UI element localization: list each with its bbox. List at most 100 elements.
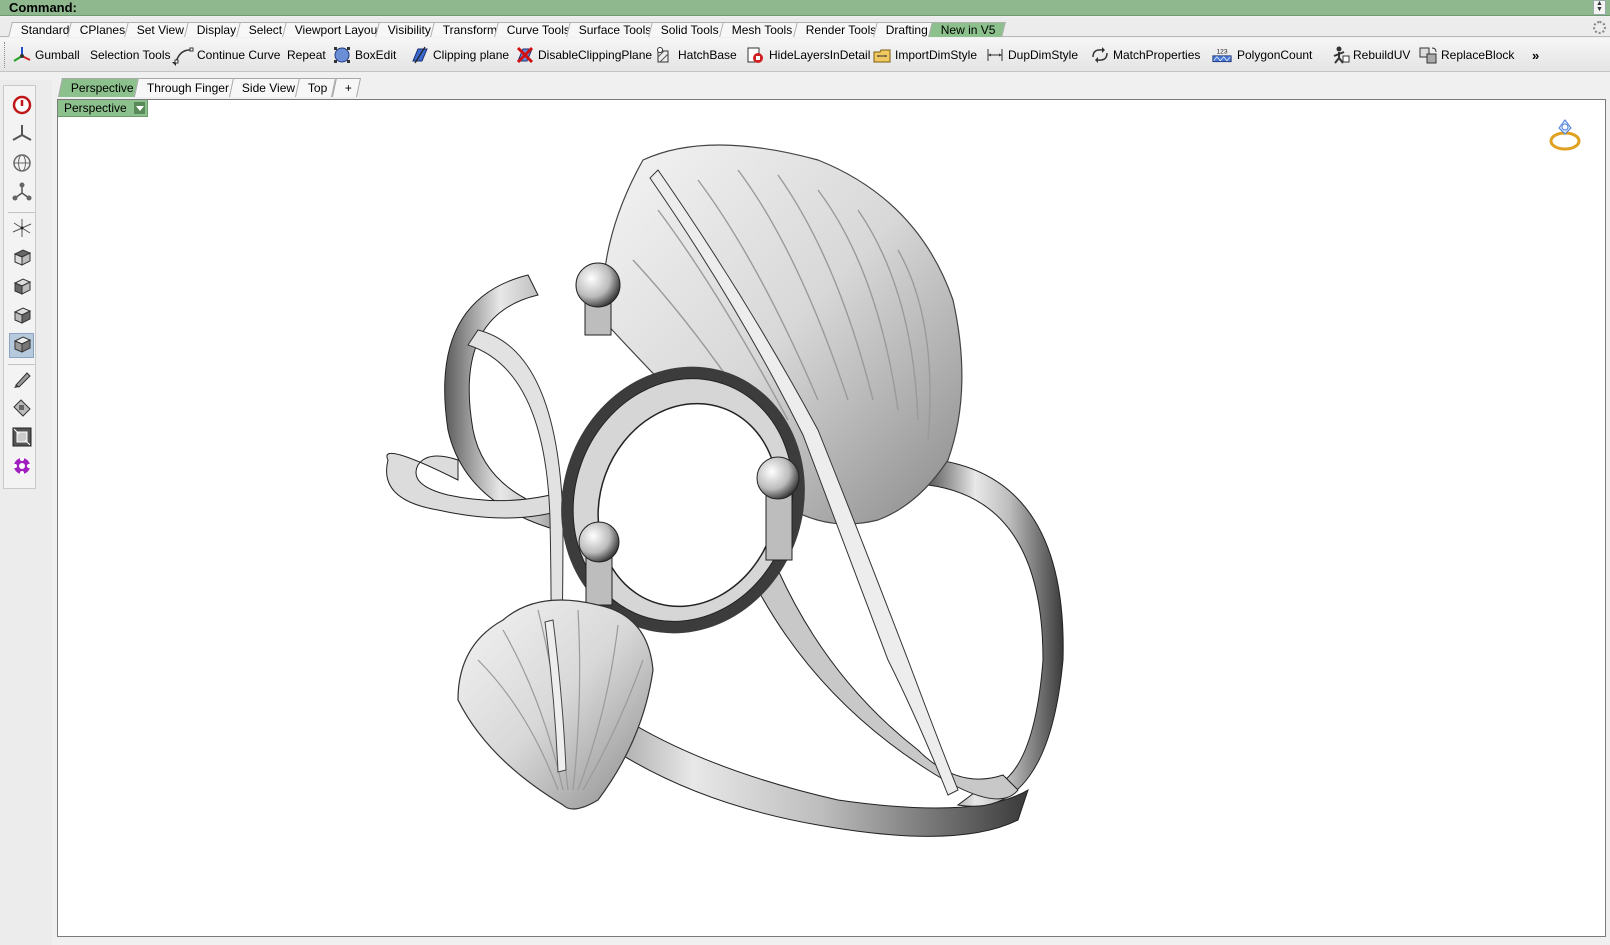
- tab-new-in-v5[interactable]: New in V5: [928, 22, 1006, 37]
- viewport-title[interactable]: Perspective: [58, 100, 148, 117]
- hide-layers-in-detail-button[interactable]: HideLayersInDetail: [746, 43, 870, 67]
- ring-3d-model[interactable]: [58, 100, 1606, 937]
- viewport-tab-strip: Perspective Through Finger Side View Top…: [54, 78, 1610, 98]
- gumball-button[interactable]: Gumball: [12, 43, 80, 67]
- rebuild-uv-button[interactable]: RebuildUV: [1330, 43, 1410, 67]
- command-label: Command:: [9, 0, 77, 15]
- power-button[interactable]: [9, 94, 34, 119]
- tab-solid-tools[interactable]: Solid Tools: [648, 22, 729, 37]
- polygon-count-button[interactable]: 123 PolygonCount: [1210, 43, 1312, 67]
- dup-dim-style-button[interactable]: DupDimStyle: [985, 43, 1078, 67]
- more-commands-chevron-icon[interactable]: »: [1532, 48, 1539, 63]
- network-button[interactable]: [9, 181, 34, 206]
- add-viewport-tab-button[interactable]: +: [331, 78, 362, 97]
- tab-render-tools[interactable]: Render Tools: [793, 22, 887, 37]
- tab-viewport-layout[interactable]: Viewport Layout: [282, 22, 391, 37]
- globe-button[interactable]: [9, 152, 34, 177]
- clipping-plane-button[interactable]: Clipping plane: [410, 43, 509, 67]
- clipping-plane-icon: [410, 45, 430, 65]
- tab-label: Through Finger: [146, 81, 229, 95]
- command-toolbar: Gumball Selection Tools Continue Curve R…: [0, 38, 1610, 72]
- box-front-icon: [11, 275, 33, 300]
- dup-dim-style-label: DupDimStyle: [1008, 48, 1079, 62]
- tab-label: New in V5: [940, 23, 996, 37]
- tab-label: Viewport Layout: [294, 23, 381, 37]
- axes-icon: [11, 217, 33, 242]
- box-top-button[interactable]: [9, 246, 34, 271]
- box-right-button[interactable]: [9, 304, 34, 329]
- add-icon: +: [344, 81, 352, 95]
- tab-top[interactable]: Top: [294, 78, 337, 97]
- tab-side-view[interactable]: Side View: [228, 78, 305, 97]
- settings-flower-button[interactable]: [9, 455, 34, 480]
- box-perspective-icon: [11, 333, 33, 358]
- hatch-base-button[interactable]: HatchBase: [655, 43, 737, 67]
- box-edit-label: BoxEdit: [355, 48, 397, 62]
- pen-button[interactable]: [9, 368, 34, 393]
- axes-button[interactable]: [9, 217, 34, 242]
- box-edit-button[interactable]: BoxEdit: [332, 43, 396, 67]
- tab-perspective[interactable]: Perspective: [57, 78, 143, 97]
- gear-flower-icon: [11, 455, 33, 480]
- globe-icon: [11, 152, 33, 177]
- paint-button[interactable]: [9, 397, 34, 422]
- box-front-button[interactable]: [9, 275, 34, 300]
- hide-layers-label: HideLayersInDetail: [769, 48, 871, 62]
- tab-through-finger[interactable]: Through Finger: [133, 78, 239, 97]
- render-ring-icon[interactable]: [1545, 116, 1585, 156]
- tab-label: Solid Tools: [660, 23, 719, 37]
- dup-dim-style-icon: [985, 45, 1005, 65]
- gumball-icon: [12, 45, 32, 65]
- replace-block-button[interactable]: ReplaceBlock: [1418, 43, 1514, 67]
- tab-label: Standard: [20, 23, 70, 37]
- tab-label: Top: [307, 81, 328, 95]
- replace-block-label: ReplaceBlock: [1441, 48, 1515, 62]
- toolbar-separator: [8, 212, 35, 213]
- box-edit-icon: [332, 45, 352, 65]
- command-bar[interactable]: Command: ▲ ▼: [0, 0, 1610, 16]
- zoom-extents-button[interactable]: [9, 426, 34, 451]
- hatch-base-label: HatchBase: [678, 48, 737, 62]
- tab-label: Select: [248, 23, 283, 37]
- toolbar-options-gear-icon[interactable]: [1593, 21, 1606, 34]
- disable-clipping-plane-icon: [515, 45, 535, 65]
- pen-icon: [11, 368, 33, 393]
- paint-icon: [11, 397, 33, 422]
- tab-label: Surface Tools: [578, 23, 652, 37]
- clipping-plane-label: Clipping plane: [433, 48, 510, 62]
- continue-curve-button[interactable]: Continue Curve: [174, 43, 280, 67]
- hide-layers-icon: [746, 45, 766, 65]
- zoom-extents-icon: [11, 426, 33, 451]
- toolbar-separator: [8, 364, 35, 365]
- match-properties-button[interactable]: MatchProperties: [1090, 43, 1200, 67]
- import-dim-style-label: ImportDimStyle: [895, 48, 978, 62]
- import-dim-style-icon: [872, 45, 892, 65]
- match-properties-icon: [1090, 45, 1110, 65]
- gumball-label: Gumball: [35, 48, 80, 62]
- repeat-button[interactable]: Repeat: [287, 43, 326, 67]
- box-top-icon: [11, 246, 33, 271]
- gumball-axes-button[interactable]: [9, 123, 34, 148]
- hatch-base-icon: [655, 45, 675, 65]
- viewport-menu-dropdown-icon[interactable]: [133, 102, 145, 114]
- repeat-label: Repeat: [287, 48, 326, 62]
- disable-clipping-plane-label: DisableClippingPlane: [538, 48, 653, 62]
- rebuild-uv-label: RebuildUV: [1353, 48, 1411, 62]
- tab-label: Mesh Tools: [731, 23, 793, 37]
- match-properties-label: MatchProperties: [1113, 48, 1201, 62]
- import-dim-style-button[interactable]: ImportDimStyle: [872, 43, 977, 67]
- toolbar-grip[interactable]: [4, 42, 7, 68]
- selection-tools-label: Selection Tools: [90, 48, 171, 62]
- command-scroll[interactable]: ▲ ▼: [1593, 0, 1606, 15]
- perspective-viewport[interactable]: Perspective: [57, 99, 1606, 937]
- tab-label: CPlanes: [79, 23, 126, 37]
- box-perspective-button[interactable]: [9, 333, 34, 358]
- selection-tools-button[interactable]: Selection Tools: [90, 43, 176, 67]
- rebuild-uv-icon: [1330, 45, 1350, 65]
- disable-clipping-plane-button[interactable]: DisableClippingPlane: [515, 43, 652, 67]
- tab-label: Transform: [442, 23, 497, 37]
- tab-mesh-tools[interactable]: Mesh Tools: [719, 22, 803, 37]
- viewport-title-label: Perspective: [64, 101, 127, 115]
- tab-surface-tools[interactable]: Surface Tools: [566, 22, 662, 37]
- left-toolbar-panel: [3, 85, 36, 489]
